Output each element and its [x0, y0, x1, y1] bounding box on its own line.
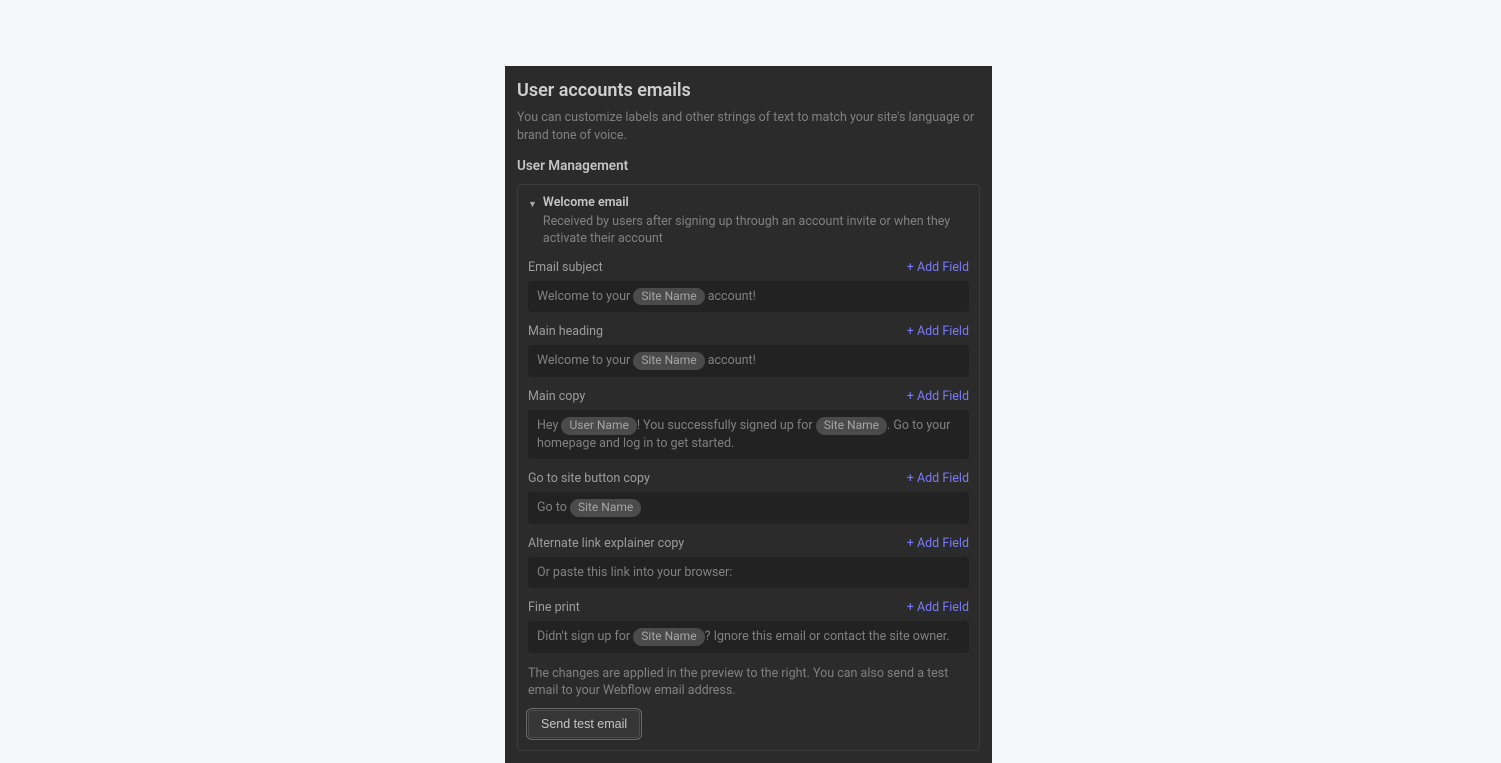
- add-field-link[interactable]: + Add Field: [907, 389, 969, 404]
- add-field-link[interactable]: + Add Field: [907, 324, 969, 339]
- card-header-text: Welcome email Received by users after si…: [543, 195, 969, 248]
- text-part: ? Ignore this email or contact the site …: [705, 629, 950, 644]
- text-part: Didn't sign up for: [537, 629, 633, 644]
- text-part: ! You successfully signed up for: [637, 418, 816, 433]
- user-name-token[interactable]: User Name: [561, 417, 636, 435]
- text-part: Hey: [537, 418, 561, 433]
- email-subject-input[interactable]: Welcome to your Site Name account!: [528, 281, 969, 313]
- text-part: Or paste this link into your browser:: [537, 565, 732, 580]
- field-label: Main heading: [528, 324, 603, 339]
- go-to-site-input[interactable]: Go to Site Name: [528, 492, 969, 524]
- main-heading-input[interactable]: Welcome to your Site Name account!: [528, 345, 969, 377]
- alt-link-input[interactable]: Or paste this link into your browser:: [528, 557, 969, 589]
- text-part: account!: [705, 353, 756, 368]
- panel-description: You can customize labels and other strin…: [517, 109, 980, 144]
- card-subtitle: Received by users after signing up throu…: [543, 214, 969, 248]
- text-part: account!: [705, 289, 756, 304]
- field-label: Main copy: [528, 389, 585, 404]
- main-copy-input[interactable]: Hey User Name! You successfully signed u…: [528, 410, 969, 459]
- section-heading: User Management: [517, 158, 980, 174]
- site-name-token[interactable]: Site Name: [633, 288, 704, 306]
- field-label: Fine print: [528, 600, 580, 615]
- user-accounts-emails-panel: User accounts emails You can customize l…: [505, 66, 992, 763]
- preview-note: The changes are applied in the preview t…: [528, 665, 969, 700]
- text-part: Welcome to your: [537, 289, 633, 304]
- add-field-link[interactable]: + Add Field: [907, 600, 969, 615]
- field-row-go-to-site: Go to site button copy + Add Field: [528, 471, 969, 486]
- field-row-alt-link: Alternate link explainer copy + Add Fiel…: [528, 536, 969, 551]
- site-name-token[interactable]: Site Name: [816, 417, 887, 435]
- send-test-email-button[interactable]: Send test email: [528, 710, 640, 738]
- site-name-token[interactable]: Site Name: [633, 352, 704, 370]
- fine-print-input[interactable]: Didn't sign up for Site Name? Ignore thi…: [528, 621, 969, 653]
- field-label: Email subject: [528, 260, 603, 275]
- text-part: Go to: [537, 500, 570, 515]
- field-row-fine-print: Fine print + Add Field: [528, 600, 969, 615]
- add-field-link[interactable]: + Add Field: [907, 260, 969, 275]
- field-row-email-subject: Email subject + Add Field: [528, 260, 969, 275]
- field-label: Alternate link explainer copy: [528, 536, 684, 551]
- site-name-token[interactable]: Site Name: [633, 628, 704, 646]
- field-label: Go to site button copy: [528, 471, 650, 486]
- text-part: Welcome to your: [537, 353, 633, 368]
- card-header: ▼ Welcome email Received by users after …: [528, 195, 969, 248]
- panel-title: User accounts emails: [517, 80, 980, 101]
- card-title: Welcome email: [543, 195, 969, 210]
- chevron-down-icon[interactable]: ▼: [528, 199, 537, 210]
- add-field-link[interactable]: + Add Field: [907, 536, 969, 551]
- field-row-main-copy: Main copy + Add Field: [528, 389, 969, 404]
- field-row-main-heading: Main heading + Add Field: [528, 324, 969, 339]
- add-field-link[interactable]: + Add Field: [907, 471, 969, 486]
- welcome-email-card: ▼ Welcome email Received by users after …: [517, 184, 980, 751]
- site-name-token[interactable]: Site Name: [570, 499, 641, 517]
